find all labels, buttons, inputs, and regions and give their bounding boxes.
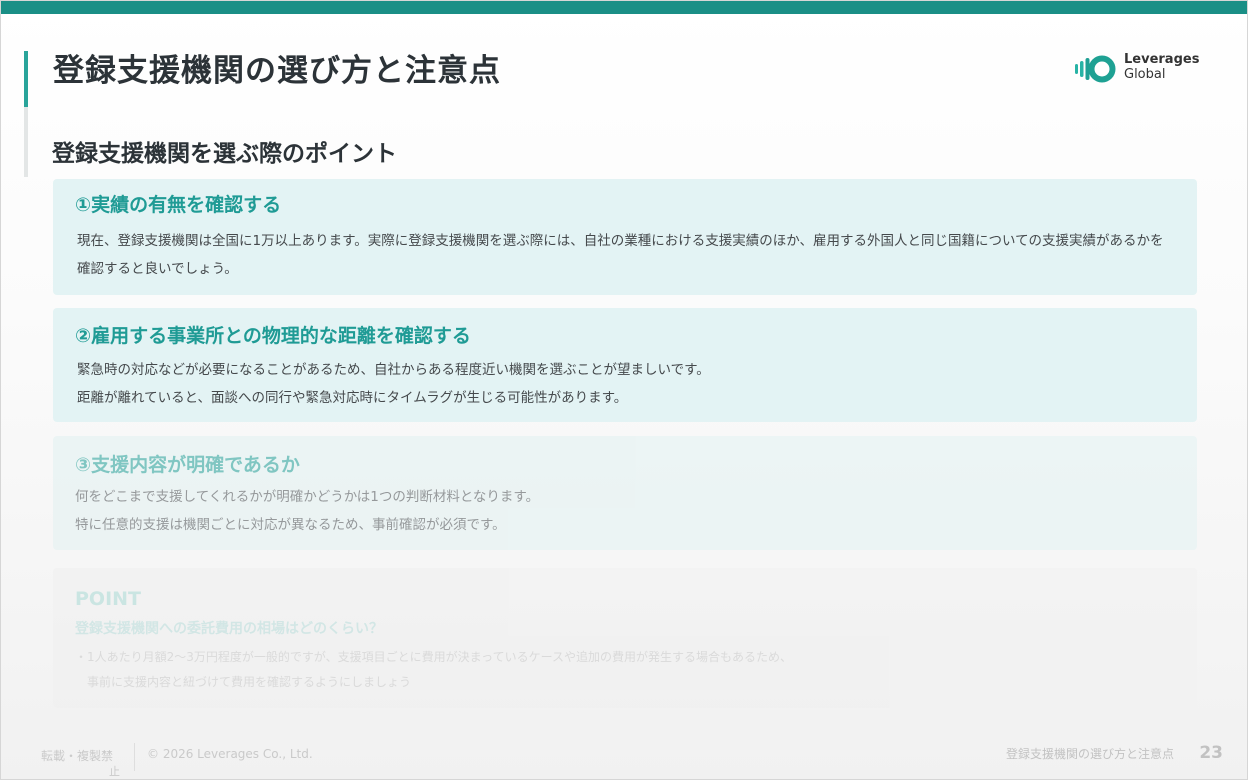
point-callout-box: POINT 登録支援機関への委託費用の相場はどのくらい？ ・1人あたり月額2〜3… bbox=[53, 568, 1197, 708]
logo-wordmark: Leverages Global bbox=[1124, 53, 1199, 82]
point-1-line-1: 現在、登録支援機関は全国に1万以上あります。実際に登録支援機関を選ぶ際には、自社… bbox=[77, 233, 1016, 249]
point-2-body: 緊急時の対応などが必要になることがあるため、自社からある程度近い機関を選ぶことが… bbox=[77, 356, 1167, 412]
footer-copyright: © 2026 Leverages Co., Ltd. bbox=[147, 747, 313, 761]
point-3-line-2: 特に任意的支援は機関ごとに対応が異なるため、事前確認が必須です。 bbox=[75, 517, 506, 533]
page-number: 23 bbox=[1199, 743, 1223, 763]
point-3-line-1: 何をどこまで支援してくれるかが明確かどうかは1つの判断材料となります。 bbox=[75, 489, 540, 505]
page-title: 登録支援機関の選び方と注意点 bbox=[53, 53, 501, 89]
title-accent-bar-light bbox=[24, 107, 28, 177]
point-card-1: ①実績の有無を確認する 現在、登録支援機関は全国に1万以上あります。実際に登録支… bbox=[53, 179, 1197, 295]
slide: 登録支援機関の選び方と注意点 Leverages Global 登録支援機関を選… bbox=[0, 0, 1248, 780]
point-body-line-1: ・1人あたり月額2〜3万円程度が一般的ですが、支援項目ごとに費用が決まっているケ… bbox=[75, 650, 792, 664]
point-question: 登録支援機関への委託費用の相場はどのくらい？ bbox=[75, 621, 383, 637]
point-card-3: ③支援内容が明確であるか 何をどこまで支援してくれるかが明確かどうかは1つの判断… bbox=[53, 436, 1197, 550]
title-accent-bar bbox=[24, 51, 28, 107]
logo-text-global: Global bbox=[1124, 67, 1166, 82]
point-body-line-2: 事前に支援内容と紐づけて費用を確認するようにしましょう bbox=[87, 675, 412, 689]
section-subtitle: 登録支援機関を選ぶ際のポイント bbox=[52, 141, 397, 167]
point-2-heading: ②雇用する事業所との物理的な距離を確認する bbox=[75, 325, 471, 347]
point-1-heading: ①実績の有無を確認する bbox=[75, 194, 282, 216]
footer: 転載・複製禁 止 © 2026 Leverages Co., Ltd. 登録支援… bbox=[1, 739, 1247, 779]
footer-section-title: 登録支援機関の選び方と注意点 bbox=[1005, 747, 1174, 761]
top-accent-bar bbox=[1, 1, 1247, 14]
point-3-body: 何をどこまで支援してくれるかが明確かどうかは1つの判断材料となります。 特に任意… bbox=[75, 483, 1167, 539]
footer-reprint-notice-cont: 止 bbox=[109, 765, 120, 778]
logo-text-leverages: Leverages bbox=[1124, 52, 1200, 67]
point-2-line-2: 距離が離れていると、面談への同行や緊急対応時にタイムラグが生じる可能性があります… bbox=[77, 390, 628, 406]
point-card-2: ②雇用する事業所との物理的な距離を確認する 緊急時の対応などが必要になることがあ… bbox=[53, 308, 1197, 422]
point-2-line-1: 緊急時の対応などが必要になることがあるため、自社からある程度近い機関を選ぶことが… bbox=[77, 362, 710, 378]
point-label: POINT bbox=[75, 588, 142, 610]
point-1-body: 現在、登録支援機関は全国に1万以上あります。実際に登録支援機関を選ぶ際には、自社… bbox=[77, 227, 1167, 283]
point-body: ・1人あたり月額2〜3万円程度が一般的ですが、支援項目ごとに費用が決まっているケ… bbox=[75, 645, 1167, 695]
point-3-heading: ③支援内容が明確であるか bbox=[75, 454, 300, 476]
footer-reprint-notice: 転載・複製禁 bbox=[41, 749, 114, 763]
footer-divider bbox=[134, 743, 135, 771]
leverages-logo-icon bbox=[1075, 55, 1116, 83]
